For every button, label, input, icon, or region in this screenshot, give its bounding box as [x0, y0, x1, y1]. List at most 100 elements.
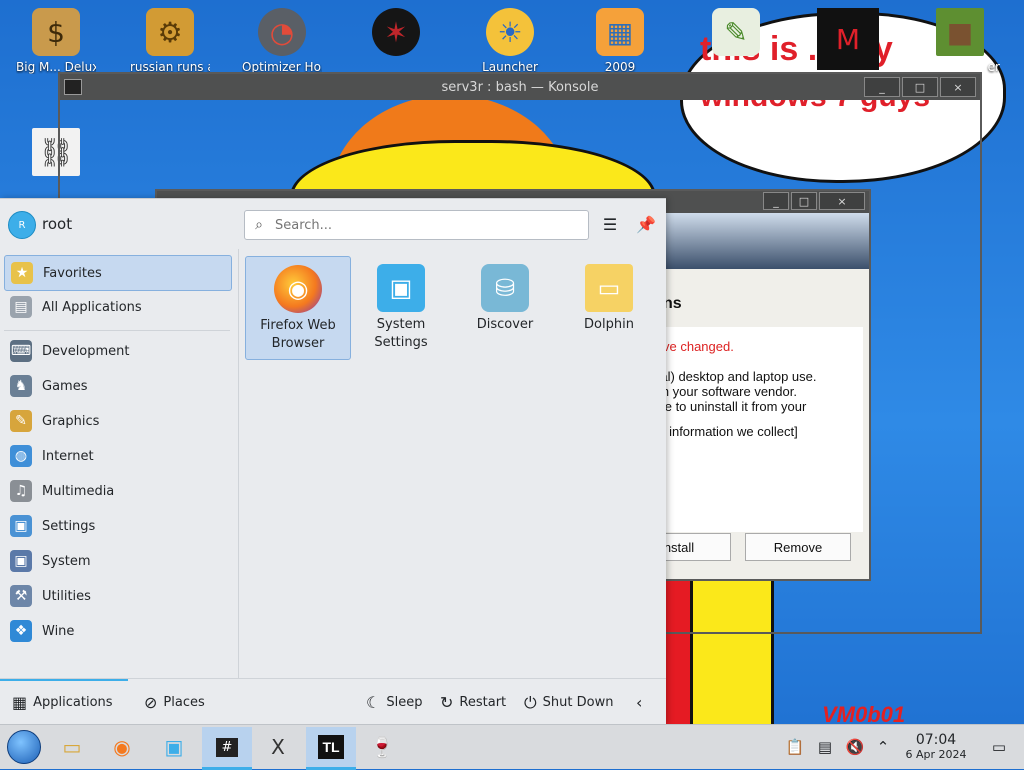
desktop-icon-minecraft[interactable]: ■ er: [920, 8, 1000, 74]
app-tile-system-settings[interactable]: ▣ System Settings: [349, 256, 453, 358]
money-bag-icon: $: [32, 8, 80, 56]
system-icon: ▣: [10, 550, 32, 572]
taskbar-firefox[interactable]: ◉: [100, 727, 144, 767]
office-icon: ▦: [596, 8, 644, 56]
restart-icon: ↻: [440, 693, 454, 712]
app-tile-dolphin[interactable]: ▭ Dolphin: [557, 256, 661, 358]
remove-button[interactable]: Remove: [745, 533, 851, 561]
x-app-icon: X: [271, 735, 285, 759]
category-utilities[interactable]: ⚒ Utilities: [4, 579, 230, 613]
media-player-icon: M: [817, 8, 879, 70]
konsole-titlebar[interactable]: serv3r : bash — Konsole _ □ ×: [60, 74, 980, 100]
dialog-close-button[interactable]: ×: [819, 192, 865, 210]
category-games[interactable]: ♞ Games: [4, 369, 230, 403]
dialog-minimize-button[interactable]: _: [763, 192, 789, 210]
notes-icon[interactable]: ▤: [814, 727, 836, 767]
sleep-button[interactable]: ☾ Sleep: [366, 679, 422, 724]
app-tile-label: Discover: [476, 317, 534, 332]
desktop-icon-notepad[interactable]: ✎: [696, 8, 776, 60]
tl-launcher-icon: TL: [318, 735, 344, 759]
dialog-maximize-button[interactable]: □: [791, 192, 817, 210]
category-system[interactable]: ▣ System: [4, 544, 230, 578]
app-tile-discover[interactable]: ⛁ Discover: [453, 256, 557, 358]
category-settings[interactable]: ▣ Settings: [4, 509, 230, 543]
avatar[interactable]: R: [8, 211, 36, 239]
show-desktop-icon[interactable]: ▭: [986, 727, 1012, 767]
more-options-button[interactable]: ‹: [636, 679, 648, 724]
favorites-icon: ★: [11, 262, 33, 284]
desktop-icon-launcher[interactable]: ☀ Launcher: [470, 8, 550, 74]
system-monitor-icon: ▣: [164, 735, 184, 759]
sleep-icon: ☾: [366, 693, 381, 712]
games-icon: ♞: [10, 375, 32, 397]
category-development[interactable]: ⌨ Development: [4, 334, 230, 368]
desktop-icon-big-money[interactable]: $ Big M... Deluxe: [16, 8, 96, 74]
taskbar: ▭ ◉ ▣ # X TL 🍷 📋 ▤ 🔇 ⌃ ▭: [0, 724, 1024, 770]
restart-button[interactable]: ↻ Restart: [440, 679, 506, 724]
system-settings-icon: ▣: [377, 264, 425, 312]
clock-time[interactable]: 07:04: [908, 732, 964, 748]
configure-sliders-icon[interactable]: ☰: [597, 211, 623, 237]
utilities-icon: ⚒: [10, 585, 32, 607]
tab-places-label: Places: [163, 695, 205, 710]
clock-date[interactable]: 6 Apr 2024: [898, 748, 974, 761]
pin-icon[interactable]: 📌: [633, 211, 659, 237]
desktop-icon-optimizer[interactable]: ◔ Optimizer Ho...: [242, 8, 322, 74]
window-controls: _ □ ×: [864, 77, 976, 97]
restart-label: Restart: [459, 695, 507, 710]
search-input[interactable]: [273, 216, 577, 234]
category-label: Wine: [42, 623, 75, 639]
category-label: Multimedia: [42, 483, 115, 499]
desktop-icon-media-player[interactable]: M: [808, 8, 888, 74]
minecraft-icon: ■: [936, 8, 984, 56]
taskbar-system-monitor[interactable]: ▣: [152, 727, 196, 767]
taskbar-tl-launcher[interactable]: TL: [306, 727, 356, 770]
favorites-grid: ◉ Firefox Web Browser ▣ System Settings …: [239, 249, 666, 678]
desktop-icon-russian-runs[interactable]: ⚙ russian runs a...: [130, 8, 210, 74]
category-label: Development: [42, 343, 130, 359]
dialog-body-text: cial) desktop and laptop use. om your so…: [651, 369, 817, 414]
dialog-info-text: he information we collect]: [651, 424, 798, 439]
category-favorites[interactable]: ★ Favorites: [4, 255, 232, 291]
minimize-button[interactable]: _: [864, 77, 900, 97]
category-wine[interactable]: ❖ Wine: [4, 614, 230, 648]
user-name: root: [42, 215, 73, 233]
desktop-icon-office-2009[interactable]: ▦ 2009: [580, 8, 660, 74]
start-menu-icon: [7, 730, 41, 764]
discover-icon: ⛁: [481, 264, 529, 312]
category-all-applications[interactable]: ▤ All Applications: [4, 290, 230, 324]
chevron-up-icon[interactable]: ⌃: [872, 727, 894, 767]
app-tile-label: System Settings: [374, 317, 428, 350]
volume-muted-icon[interactable]: 🔇: [844, 727, 866, 767]
desktop-icon-dark-app[interactable]: ✶: [356, 8, 436, 60]
clipboard-icon[interactable]: 📋: [784, 727, 806, 767]
konsole-icon: #: [215, 737, 239, 757]
tab-places[interactable]: ⊘ Places: [144, 679, 205, 724]
search-box[interactable]: ⌕: [244, 210, 589, 240]
category-internet[interactable]: ◍ Internet: [4, 439, 230, 473]
sleep-label: Sleep: [386, 695, 423, 710]
maximize-button[interactable]: □: [902, 77, 938, 97]
watermark-text: VM0b01: [822, 702, 906, 724]
taskbar-konsole[interactable]: #: [202, 727, 252, 770]
search-icon: ⌕: [255, 217, 263, 233]
taskbar-file-explorer[interactable]: ▭: [50, 727, 94, 767]
start-menu-button[interactable]: [2, 727, 46, 767]
category-divider: [4, 330, 230, 331]
category-multimedia[interactable]: ♫ Multimedia: [4, 474, 230, 508]
firefox-icon: ◉: [113, 735, 131, 759]
taskbar-x-app[interactable]: X: [256, 727, 300, 767]
taskbar-wine[interactable]: 🍷: [360, 727, 404, 767]
app-tile-firefox[interactable]: ◉ Firefox Web Browser: [245, 256, 351, 360]
close-button[interactable]: ×: [940, 77, 976, 97]
power-icon: ⏻: [524, 692, 537, 712]
category-graphics[interactable]: ✎ Graphics: [4, 404, 230, 438]
tab-applications[interactable]: ▦ Applications: [12, 679, 113, 724]
multimedia-icon: ♫: [10, 480, 32, 502]
app-tile-label: Dolphin: [584, 317, 634, 332]
dialog-warning-text: ve changed.: [663, 339, 734, 354]
firefox-icon: ◉: [274, 265, 322, 313]
shutdown-button[interactable]: ⏻ Shut Down: [524, 679, 613, 724]
speedometer-icon: ◔: [258, 8, 306, 56]
category-label: Graphics: [42, 413, 100, 429]
